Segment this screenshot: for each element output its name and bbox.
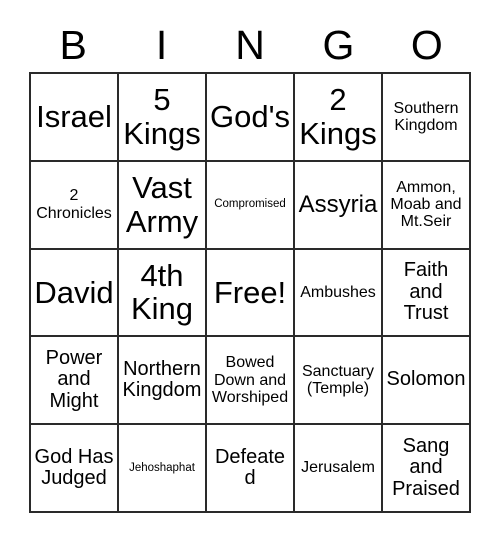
bingo-cell[interactable]: David [31, 249, 119, 338]
bingo-cell-label: Jehoshaphat [129, 461, 195, 474]
bingo-cell[interactable]: Sang and Praised [383, 425, 471, 513]
bingo-cell[interactable]: 2 Chronicles [31, 161, 119, 250]
bingo-cell-label: Northern Kingdom [122, 357, 202, 402]
bingo-cell-label: Sanctuary (Temple) [301, 363, 375, 398]
bingo-cell[interactable]: 2 Kings [295, 74, 383, 162]
bingo-cell[interactable]: Sanctuary (Temple) [295, 337, 383, 426]
bingo-cell-label: Ambushes [300, 283, 376, 301]
bingo-cell-label: God Has Judged [34, 445, 114, 490]
bingo-cell-label: 2 Chronicles [36, 187, 112, 222]
bingo-cell-label: Faith and Trust [403, 259, 449, 325]
bingo-cell-label: Vast Army [125, 170, 199, 239]
bingo-cell[interactable]: 5 Kings [119, 74, 207, 162]
bingo-cell[interactable]: 4th King [119, 249, 207, 338]
bingo-cell[interactable]: Defeated [207, 425, 295, 513]
bingo-cell-label: Power and Might [45, 346, 103, 413]
bingo-grid: Israel 5 Kings God's 2 Kings Southern Ki… [29, 72, 471, 513]
bingo-cell-label: David [34, 274, 114, 310]
header-letter-n: N [235, 21, 265, 68]
bingo-cell[interactable]: God Has Judged [31, 425, 119, 513]
bingo-cell-label: Bowed Down and Worshiped [211, 354, 289, 406]
bingo-cell-label: Defeated [214, 445, 286, 490]
bingo-header: B I N G O [29, 18, 471, 72]
bingo-cell[interactable]: Solomon [383, 337, 471, 426]
bingo-cell[interactable]: Bowed Down and Worshiped [207, 337, 295, 426]
bingo-cell-label: Israel [36, 99, 112, 135]
bingo-free-cell[interactable]: Free! [207, 249, 295, 338]
bingo-cell[interactable]: Ambushes [295, 249, 383, 338]
bingo-cell[interactable]: Northern Kingdom [119, 337, 207, 426]
bingo-cell-label: God's [210, 99, 291, 135]
bingo-cell-label: Compromised [214, 198, 286, 211]
bingo-cell[interactable]: Israel [31, 74, 119, 162]
bingo-cell[interactable]: Southern Kingdom [383, 74, 471, 162]
header-letter-o: O [410, 21, 443, 68]
bingo-cell-label: 4th King [130, 258, 194, 327]
bingo-cell[interactable]: Ammon, Moab and Mt.Seir [383, 161, 471, 250]
bingo-cell-label: Solomon [386, 368, 466, 391]
bingo-cell-label: Free! [213, 274, 287, 310]
bingo-cell[interactable]: Vast Army [119, 161, 207, 250]
bingo-cell-label: Assyria [298, 190, 378, 218]
bingo-cell[interactable]: God's [207, 74, 295, 162]
bingo-cell[interactable]: Power and Might [31, 337, 119, 426]
bingo-cell-label: 5 Kings [123, 82, 201, 151]
bingo-cell-label: Southern Kingdom [393, 99, 459, 134]
bingo-cell[interactable]: Assyria [295, 161, 383, 250]
bingo-card: B I N G O Israel 5 Kings God's 2 Kings S… [0, 0, 500, 544]
header-letter-i: I [155, 21, 168, 68]
bingo-cell[interactable]: Jerusalem [295, 425, 383, 513]
bingo-cell-label: Sang and Praised [392, 434, 460, 500]
bingo-cell-label: Ammon, Moab and Mt.Seir [390, 178, 462, 231]
bingo-cell-label: 2 Kings [299, 82, 377, 151]
bingo-cell[interactable]: Compromised [207, 161, 295, 250]
bingo-cell[interactable]: Faith and Trust [383, 249, 471, 338]
bingo-cell-label: Jerusalem [301, 459, 375, 477]
header-letter-g: G [322, 21, 355, 68]
bingo-cell[interactable]: Jehoshaphat [119, 425, 207, 513]
header-letter-b: B [59, 21, 87, 68]
